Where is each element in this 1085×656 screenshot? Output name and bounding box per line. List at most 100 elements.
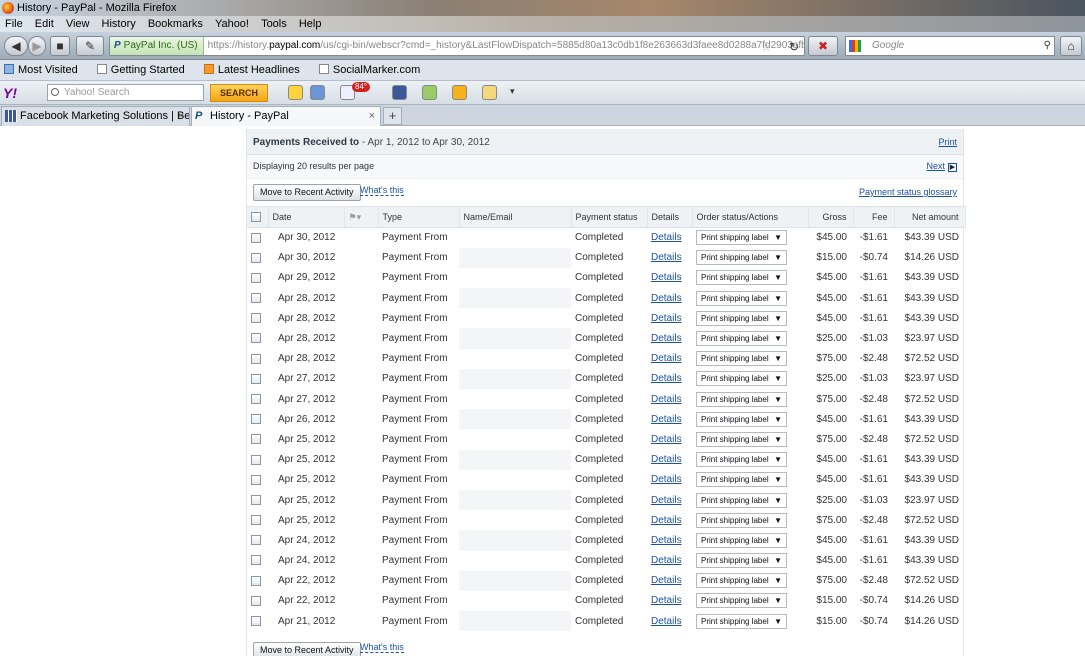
row-checkbox[interactable] [251,353,261,364]
stop-button[interactable]: ✖ [808,36,838,56]
yahoo-search-button[interactable]: SEARCH [210,84,268,102]
bookmark-most-visited[interactable]: Most Visited [0,60,84,81]
menu-history[interactable]: History [102,16,136,32]
row-checkbox[interactable] [251,313,261,324]
games-icon[interactable] [482,85,497,100]
menu-yahoo[interactable]: Yahoo! [215,16,249,32]
row-checkbox[interactable] [251,555,261,566]
move-to-recent-activity-button[interactable]: Move to Recent Activity [253,184,361,201]
row-checkbox[interactable] [251,414,261,425]
order-action-select[interactable]: Print shipping label ▼ [696,492,787,508]
web-search-input[interactable]: Google ⚲ [845,36,1055,56]
row-checkbox[interactable] [251,393,261,404]
details-link[interactable]: Details [651,414,682,425]
whats-this-link[interactable]: What's this [360,185,404,196]
menu-view[interactable]: View [66,16,90,32]
details-link[interactable]: Details [651,575,682,586]
details-link[interactable]: Details [651,252,682,263]
reload-icon[interactable]: ↻ [786,38,802,54]
column-payment-status[interactable]: Payment status [571,206,648,228]
details-link[interactable]: Details [651,353,682,364]
menu-bookmarks[interactable]: Bookmarks [148,16,203,32]
row-checkbox[interactable] [251,272,261,283]
row-checkbox[interactable] [251,474,261,485]
details-link[interactable]: Details [651,595,682,606]
tab-facebook-marketing[interactable]: Facebook Marketing Solutions | BeM... × [1,106,190,126]
forward-button[interactable]: ▶ [28,36,46,56]
order-action-select[interactable]: Print shipping label ▼ [696,290,787,306]
mail-icon[interactable] [310,85,325,100]
move-to-recent-activity-button-bottom[interactable]: Move to Recent Activity [253,642,361,656]
bookmark-star-icon[interactable]: ☆ [758,38,774,54]
column-flag[interactable]: ⚑▾ [344,206,379,228]
details-link[interactable]: Details [651,232,682,243]
photos-icon[interactable] [422,85,437,100]
tab-paypal-history[interactable]: P History - PayPal × [191,106,381,126]
menu-tools[interactable]: Tools [261,16,287,32]
whats-this-link-bottom[interactable]: What's this [360,642,404,653]
close-tab-icon[interactable]: × [178,107,184,125]
column-type[interactable]: Type [378,206,460,228]
menu-edit[interactable]: Edit [35,16,54,32]
toolbar-more-icon[interactable]: ▾ [510,86,515,97]
column-gross[interactable]: Gross [808,206,854,228]
row-checkbox[interactable] [251,494,261,505]
details-link[interactable]: Details [651,474,682,485]
addon-button[interactable]: ✎ [76,36,104,56]
row-checkbox[interactable] [251,454,261,465]
order-action-select[interactable]: Print shipping label ▼ [696,573,787,589]
column-net-amount[interactable]: Net amount [894,206,966,228]
order-action-select[interactable]: Print shipping label ▼ [696,250,787,266]
menu-help[interactable]: Help [299,16,322,32]
bookmark-socialmarker[interactable]: SocialMarker.com [315,60,426,81]
row-checkbox[interactable] [251,333,261,344]
order-action-select[interactable]: Print shipping label ▼ [696,411,787,427]
order-action-select[interactable]: Print shipping label ▼ [696,351,787,367]
details-link[interactable]: Details [651,313,682,324]
row-checkbox[interactable] [251,293,261,304]
row-checkbox[interactable] [251,252,261,263]
details-link[interactable]: Details [651,394,682,405]
order-action-select[interactable]: Print shipping label ▼ [696,310,787,326]
row-checkbox[interactable] [251,434,261,445]
menu-file[interactable]: File [5,16,23,32]
order-action-select[interactable]: Print shipping label ▼ [696,593,787,609]
order-action-select[interactable]: Print shipping label ▼ [696,230,787,246]
back-button[interactable]: ◀ [4,36,28,56]
row-checkbox[interactable] [251,232,261,243]
order-action-select[interactable]: Print shipping label ▼ [696,613,787,629]
order-action-select[interactable]: Print shipping label ▼ [696,532,787,548]
order-action-select[interactable]: Print shipping label ▼ [696,553,787,569]
order-action-select[interactable]: Print shipping label ▼ [696,431,787,447]
column-name-email[interactable]: Name/Email [459,206,572,228]
home-button[interactable]: ⌂ [1060,36,1082,56]
bookmark-latest-headlines[interactable]: Latest Headlines [200,60,306,81]
column-fee[interactable]: Fee [853,206,895,228]
details-link[interactable]: Details [651,616,682,627]
row-checkbox[interactable] [251,616,261,627]
home-tool-button[interactable]: ■ [50,36,70,56]
order-action-select[interactable]: Print shipping label ▼ [696,371,787,387]
site-identity-badge[interactable]: P PayPal Inc. (US) [110,37,204,55]
details-link[interactable]: Details [651,434,682,445]
facebook-icon[interactable] [392,85,407,100]
ebay-icon[interactable] [452,85,467,100]
next-page-link[interactable]: Next ▶ [926,161,957,172]
details-link[interactable]: Details [651,272,682,283]
smiley-icon[interactable] [288,85,303,100]
new-tab-button[interactable]: + [383,107,402,125]
close-tab-icon[interactable]: × [369,107,375,125]
details-link[interactable]: Details [651,515,682,526]
row-checkbox[interactable] [251,575,261,586]
details-link[interactable]: Details [651,495,682,506]
details-link[interactable]: Details [651,333,682,344]
details-link[interactable]: Details [651,535,682,546]
select-all-checkbox[interactable] [251,212,261,223]
details-link[interactable]: Details [651,454,682,465]
payment-status-glossary-link[interactable]: Payment status glossary [859,187,957,197]
print-link[interactable]: Print [938,137,957,147]
bookmark-getting-started[interactable]: Getting Started [93,60,191,81]
details-link[interactable]: Details [651,293,682,304]
url-bar[interactable]: P PayPal Inc. (US) https://history.paypal.… [109,36,805,56]
order-action-select[interactable]: Print shipping label ▼ [696,270,787,286]
